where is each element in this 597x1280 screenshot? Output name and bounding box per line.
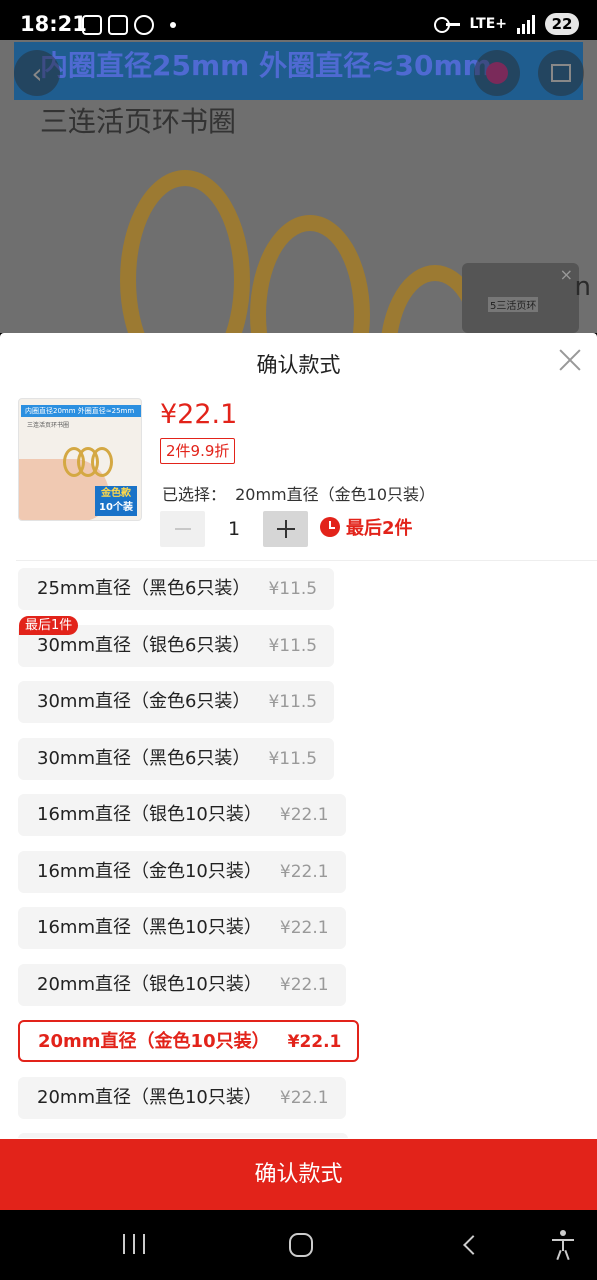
video-close-icon[interactable]: × bbox=[560, 265, 573, 284]
selected-label: 已选择： bbox=[162, 485, 227, 504]
divider bbox=[16, 560, 597, 561]
home-icon[interactable] bbox=[289, 1233, 313, 1257]
selected-price: ¥22.1 bbox=[160, 399, 238, 430]
product-thumbnail: 内圈直径20mm 外圈直径≈25mm 三连活页环书圈 金色款 10个装 bbox=[18, 398, 142, 521]
variant-price: ¥22.1 bbox=[279, 974, 329, 995]
variant-label: 16mm直径（银色10只装） bbox=[37, 804, 262, 825]
variant-price: ¥11.5 bbox=[268, 748, 318, 769]
quantity-value[interactable]: 1 bbox=[205, 511, 263, 547]
network-type: LTE+ bbox=[469, 16, 507, 32]
variant-option[interactable]: 16mm直径（黑色10只装） ¥22.1 bbox=[18, 907, 346, 949]
decrease-quantity-button[interactable] bbox=[160, 511, 205, 547]
share-button[interactable] bbox=[538, 50, 584, 96]
thumbnail-header: 内圈直径20mm 外圈直径≈25mm bbox=[21, 405, 141, 417]
video-label: 5三活页环 bbox=[488, 297, 539, 312]
variant-price: ¥11.5 bbox=[268, 579, 318, 599]
sheet-title: 确认款式 bbox=[256, 353, 341, 377]
increase-quantity-button[interactable] bbox=[263, 511, 308, 547]
more-notifications-icon bbox=[170, 22, 176, 28]
product-title: 三连活页环书圈 bbox=[40, 105, 237, 138]
system-nav-bar bbox=[0, 1210, 597, 1280]
variant-price: ¥22.1 bbox=[279, 918, 329, 938]
variant-label: 25mm直径（黑色6只装） bbox=[37, 578, 251, 599]
low-stock-badge: 最后1件 bbox=[19, 615, 79, 635]
thumbnail-subtitle: 三连活页环书圈 bbox=[27, 422, 70, 429]
vpn-key-icon bbox=[433, 17, 460, 33]
badge-line1: 金色款 bbox=[101, 488, 131, 499]
variant-price: ¥22.1 bbox=[279, 805, 329, 825]
variant-label: 16mm直径（黑色10只装） bbox=[37, 917, 262, 938]
variant-option[interactable]: 30mm直径（黑色6只装） ¥11.5 bbox=[18, 737, 335, 780]
variant-price: ¥11.5 bbox=[268, 635, 318, 656]
ring-image bbox=[250, 215, 370, 333]
variant-label: 16mm直径（金色10只装） bbox=[37, 860, 262, 882]
variant-label: 20mm直径（银色10只装） bbox=[37, 973, 262, 995]
signal-icon bbox=[517, 14, 535, 34]
variant-label: 30mm直径（黑色6只装） bbox=[37, 747, 251, 769]
confirm-style-button[interactable]: 确认款式 bbox=[0, 1139, 597, 1210]
variant-price: ¥11.5 bbox=[268, 692, 318, 712]
alarm-clock-icon bbox=[320, 517, 340, 537]
variant-option[interactable]: 30mm直径（金色6只装） ¥11.5 bbox=[18, 681, 335, 723]
gallery-notification-icon bbox=[82, 15, 102, 35]
video-thumbnail[interactable]: 5三活页环 × bbox=[462, 263, 579, 333]
favorite-button[interactable] bbox=[474, 50, 520, 96]
promo-tag: 2件9.9折 bbox=[160, 438, 236, 464]
back-icon[interactable] bbox=[463, 1235, 483, 1255]
variant-option[interactable]: 16mm直径（银色10只装） ¥22.1 bbox=[18, 794, 346, 836]
thumbnail-badge: 金色款 10个装 bbox=[95, 486, 137, 516]
variant-option-selected[interactable]: 20mm直径（金色10只装） ¥22.1 bbox=[18, 1020, 360, 1062]
variant-price: ¥22.1 bbox=[287, 1032, 342, 1052]
sku-selection-sheet: 确认款式 内圈直径20mm 外圈直径≈25mm 三连活页环书圈 金色款 10个装… bbox=[0, 333, 597, 1210]
accessibility-icon[interactable] bbox=[551, 1230, 575, 1261]
variant-option-partial[interactable] bbox=[18, 1133, 348, 1138]
variant-options: 25mm直径（黑色6只装） ¥11.5 最后1件 30mm直径（银色6只装） ¥11… bbox=[18, 568, 597, 1138]
badge-line2: 10个装 bbox=[99, 502, 133, 513]
stock-warning-text: 最后2件 bbox=[346, 518, 413, 539]
variant-option[interactable]: 20mm直径（银色10只装） ¥22.1 bbox=[18, 963, 346, 1006]
battery-icon: 22 bbox=[545, 13, 579, 35]
selected-value: 20mm直径（金色10只装） bbox=[235, 485, 436, 504]
status-time: 18:21 bbox=[20, 12, 87, 36]
variant-price: ¥22.1 bbox=[279, 861, 329, 882]
recent-apps-icon[interactable] bbox=[123, 1234, 145, 1254]
selected-variant: 已选择： 20mm直径（金色10只装） bbox=[162, 481, 435, 505]
app-notification-icon bbox=[134, 15, 154, 35]
variant-option[interactable]: 20mm直径（黑色10只装） ¥22.1 bbox=[18, 1076, 346, 1119]
variant-label: 30mm直径（银色6只装） bbox=[37, 634, 251, 656]
product-page-background: 内圈直径25mm 外圈直径≈30mm 三连活页环书圈 ‹ 5三活页环 × n bbox=[0, 40, 597, 333]
status-right: LTE+ 22 bbox=[433, 13, 579, 35]
variant-label: 20mm直径（金色10只装） bbox=[38, 1031, 270, 1052]
background-side-text: n bbox=[574, 272, 591, 302]
variant-option[interactable]: 25mm直径（黑色6只装） ¥11.5 bbox=[18, 568, 335, 610]
video-notification-icon bbox=[108, 15, 128, 35]
ring-image bbox=[120, 170, 250, 333]
close-icon[interactable] bbox=[559, 349, 581, 371]
variant-option[interactable]: 16mm直径（金色10只装） ¥22.1 bbox=[18, 850, 346, 893]
variant-label: 20mm直径（黑色10只装） bbox=[37, 1086, 262, 1108]
variant-option[interactable]: 最后1件 30mm直径（银色6只装） ¥11.5 bbox=[18, 615, 335, 667]
ring-image bbox=[91, 447, 113, 477]
back-button[interactable]: ‹ bbox=[14, 50, 60, 96]
variant-price: ¥22.1 bbox=[279, 1087, 329, 1108]
notification-icons bbox=[82, 15, 176, 35]
stock-warning: 最后2件 bbox=[320, 514, 413, 540]
variant-label: 30mm直径（金色6只装） bbox=[37, 691, 251, 712]
